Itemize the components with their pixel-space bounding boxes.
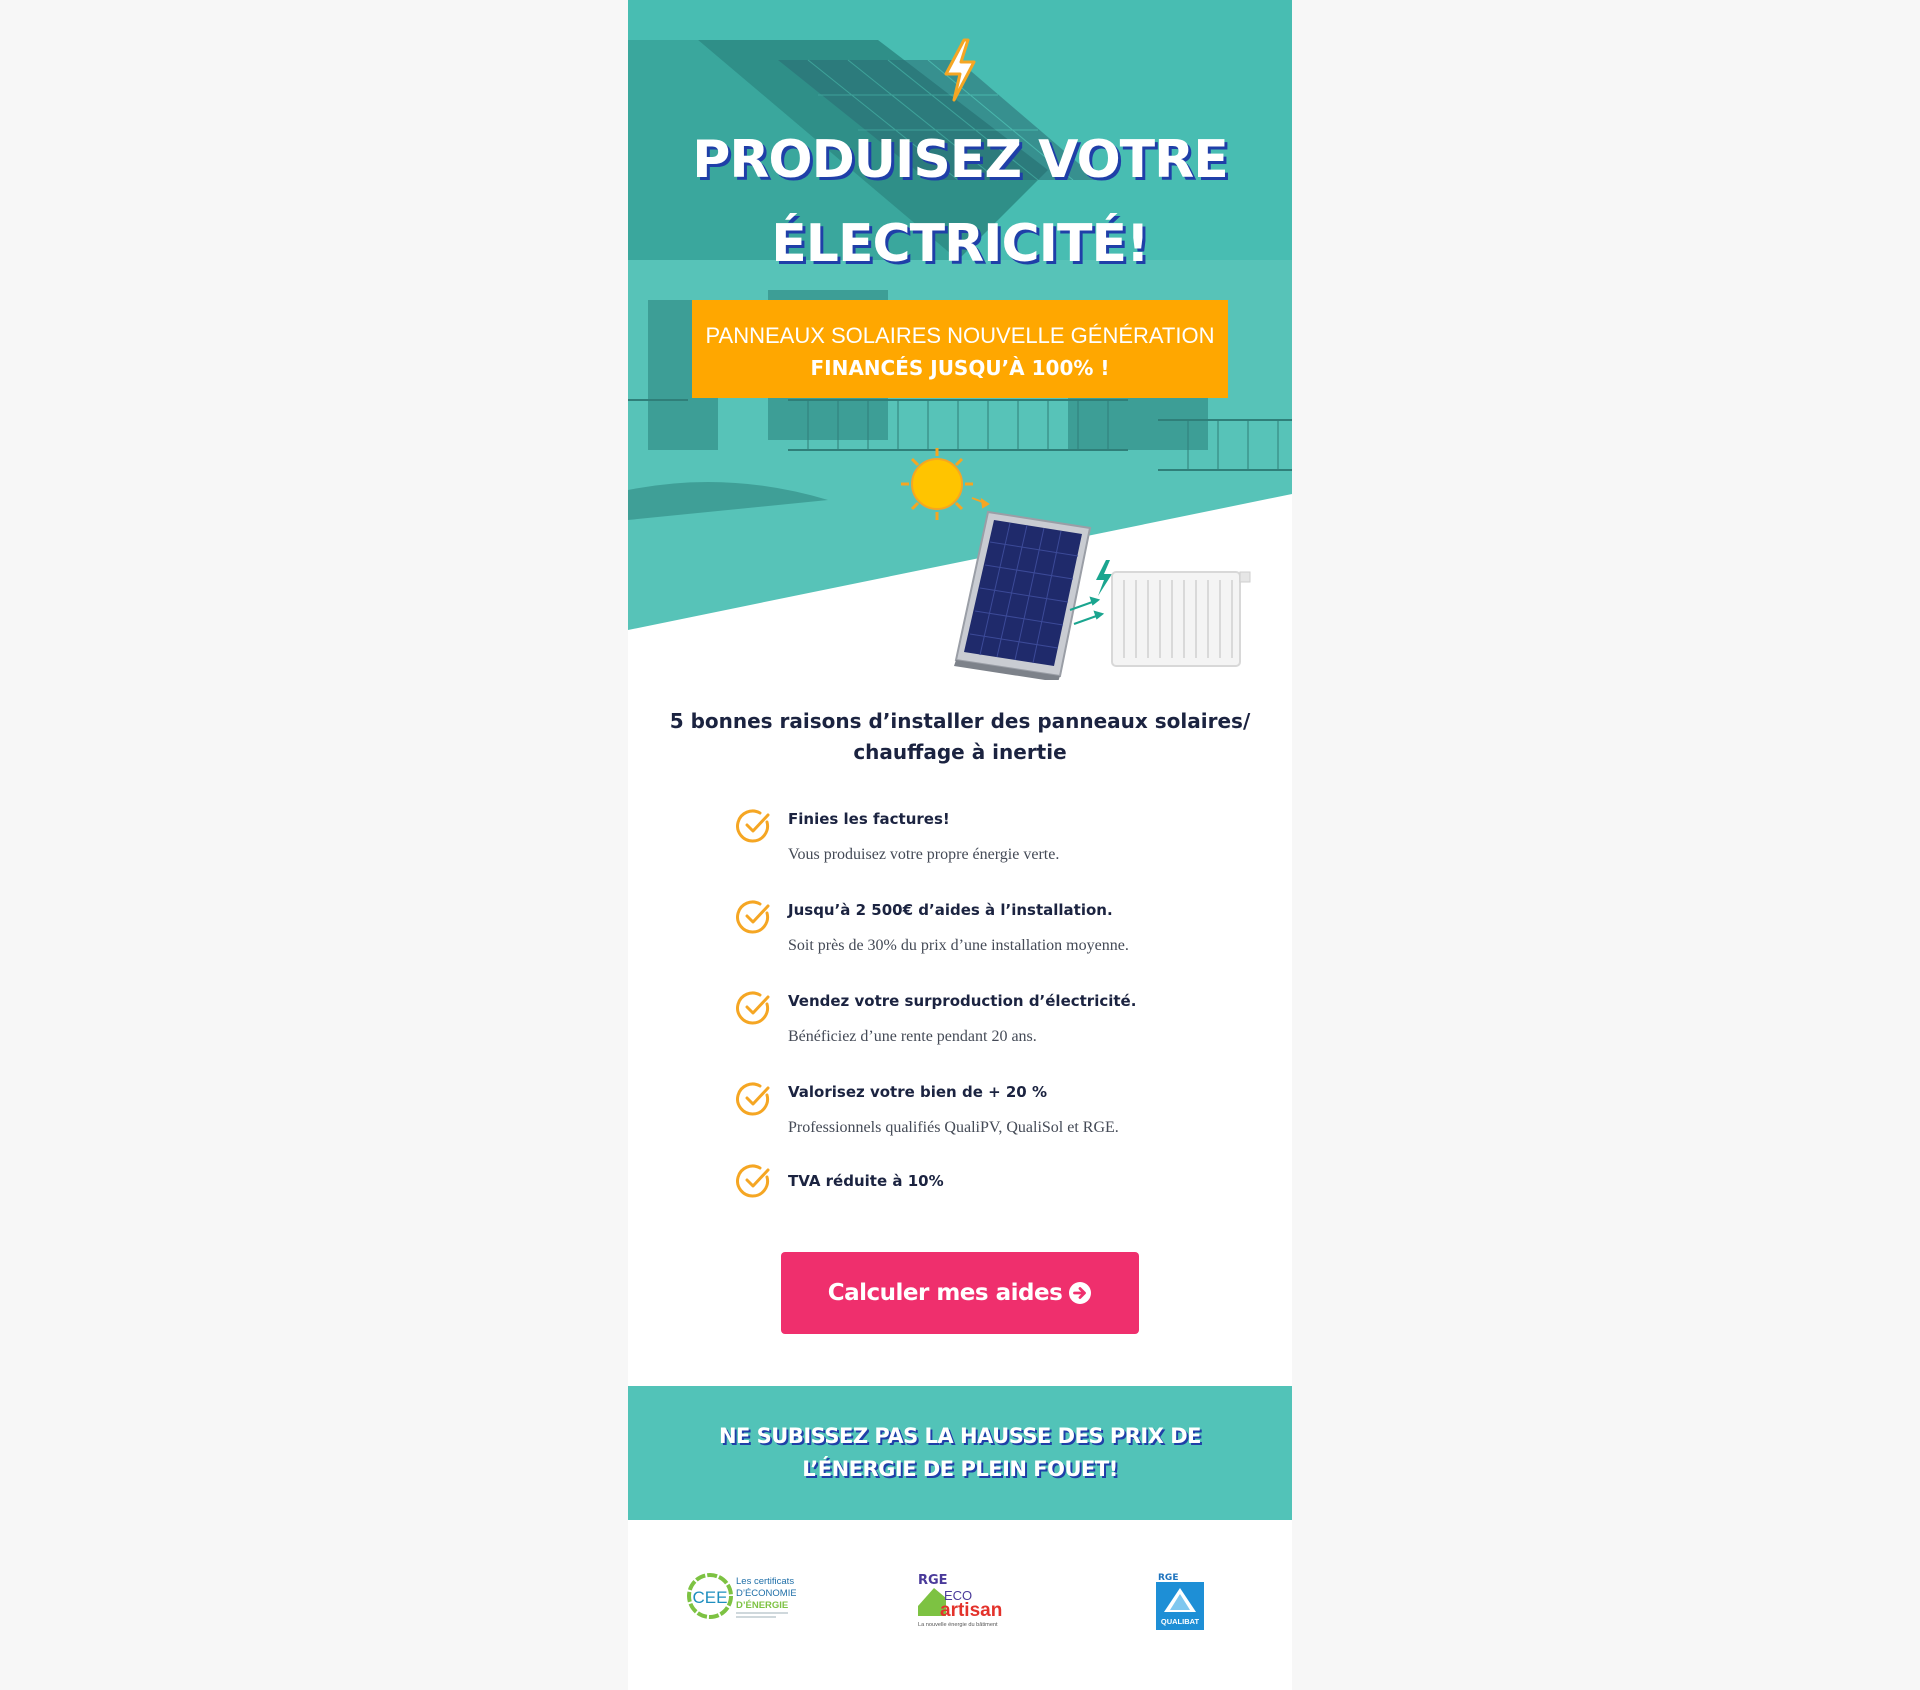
reason-title: Vendez votre surproduction d’électricité…	[788, 992, 1137, 1010]
solar-panel-image	[954, 510, 1092, 680]
reason-title: Valorisez votre bien de + 20 %	[788, 1083, 1047, 1101]
calculate-aid-button-label: Calculer mes aides	[827, 1280, 1063, 1306]
solar-panel-radiator-illustration	[901, 448, 1251, 680]
email-container: PRODUISEZ VOTRE ÉLECTRICITÉ! PANNEAUX SO…	[628, 0, 1292, 1690]
calculate-aid-button[interactable]: Calculer mes aides	[781, 1252, 1139, 1334]
svg-text:La nouvelle énergie du bâtimen: La nouvelle énergie du bâtiment	[918, 1622, 998, 1628]
svg-text:CEE: CEE	[693, 1588, 728, 1607]
check-circle-icon	[736, 900, 770, 934]
reason-description: Soit près de 30% du prix d’une installat…	[788, 937, 1129, 954]
svg-text:Les certificats: Les certificats	[736, 1576, 794, 1587]
svg-text:artisan: artisan	[940, 1600, 1002, 1621]
energy-price-banner: NE SUBISSEZ PAS LA HAUSSE DES PRIX DE L’…	[628, 1386, 1292, 1520]
reason-title: Jusqu’à 2 500€ d’aides à l’installation.	[788, 901, 1113, 919]
reason-description: Vous produisez votre propre énergie vert…	[788, 846, 1060, 863]
reasons-title: 5 bonnes raisons d’installer des panneau…	[668, 706, 1252, 768]
svg-text:RGE: RGE	[1158, 1573, 1178, 1583]
banner-line2: L’ÉNERGIE DE PLEIN FOUET!	[802, 1457, 1118, 1481]
reasons-title-line2: chauffage à inertie	[853, 740, 1067, 764]
check-circle-icon	[736, 991, 770, 1025]
check-circle-icon	[736, 809, 770, 843]
svg-text:RGE: RGE	[918, 1573, 948, 1588]
cee-certificate-logo: CEE Les certificats D’ÉCONOMIES D’ÉNERGI…	[687, 1573, 796, 1619]
qualibat-rge-logo: RGE QUALIBAT	[1156, 1573, 1204, 1630]
banner-line1: NE SUBISSEZ PAS LA HAUSSE DES PRIX DE	[718, 1424, 1202, 1448]
check-circle-icon	[736, 1082, 770, 1116]
hero-section: PRODUISEZ VOTRE ÉLECTRICITÉ! PANNEAUX SO…	[628, 0, 1292, 680]
svg-text:QUALIBAT: QUALIBAT	[1161, 1617, 1200, 1626]
sun-icon	[901, 448, 973, 520]
reason-description: Professionnels qualifiés QualiPV, QualiS…	[788, 1119, 1119, 1136]
check-circle-icon	[736, 1164, 770, 1198]
reason-title: Finies les factures!	[788, 810, 950, 828]
arrow-circle-right-icon	[1069, 1282, 1092, 1304]
eco-artisan-rge-logo: RGE ECO artisan La nouvelle énergie du b…	[918, 1573, 1002, 1628]
banner-text: NE SUBISSEZ PAS LA HAUSSE DES PRIX DE L’…	[628, 1420, 1292, 1486]
reason-description: Bénéficiez d’une rente pendant 20 ans.	[788, 1028, 1037, 1045]
reason-title: TVA réduite à 10%	[788, 1172, 944, 1190]
svg-text:D’ÉNERGIE: D’ÉNERGIE	[736, 1600, 788, 1611]
reasons-title-line1: 5 bonnes raisons d’installer des panneau…	[669, 709, 1251, 733]
radiator-image	[1111, 571, 1251, 667]
svg-text:D’ÉCONOMIES: D’ÉCONOMIES	[736, 1588, 796, 1599]
